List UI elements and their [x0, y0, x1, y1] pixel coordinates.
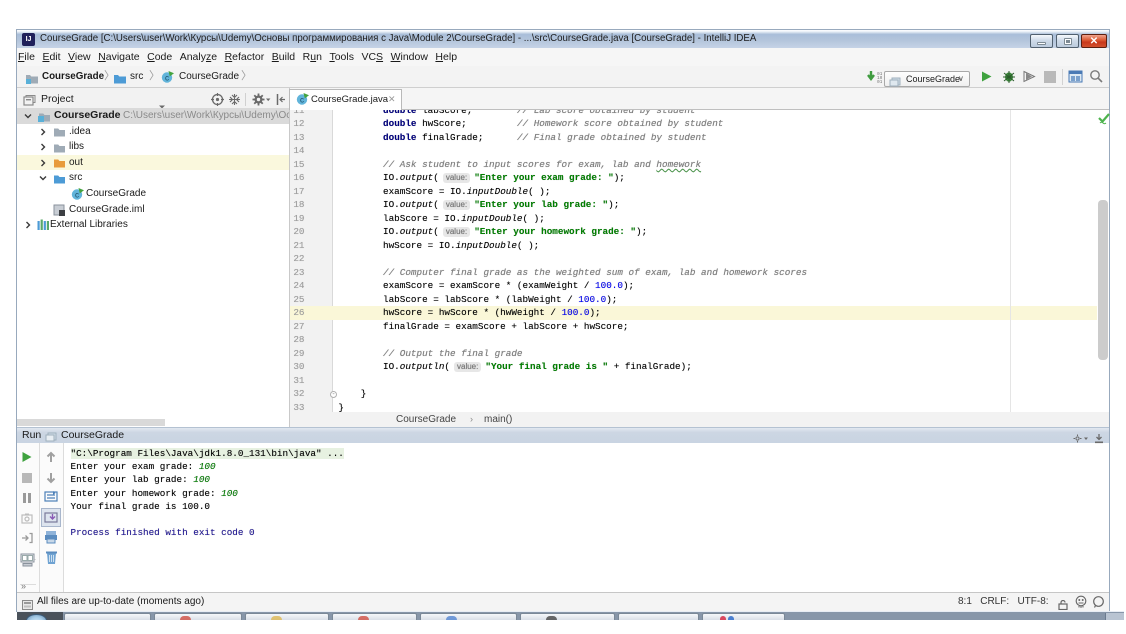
svg-text:01: 01 [877, 79, 882, 84]
svg-text:c: c [165, 74, 169, 83]
svg-text:c: c [75, 190, 79, 199]
svg-text:»: » [21, 581, 26, 591]
svg-text:c: c [300, 96, 304, 105]
